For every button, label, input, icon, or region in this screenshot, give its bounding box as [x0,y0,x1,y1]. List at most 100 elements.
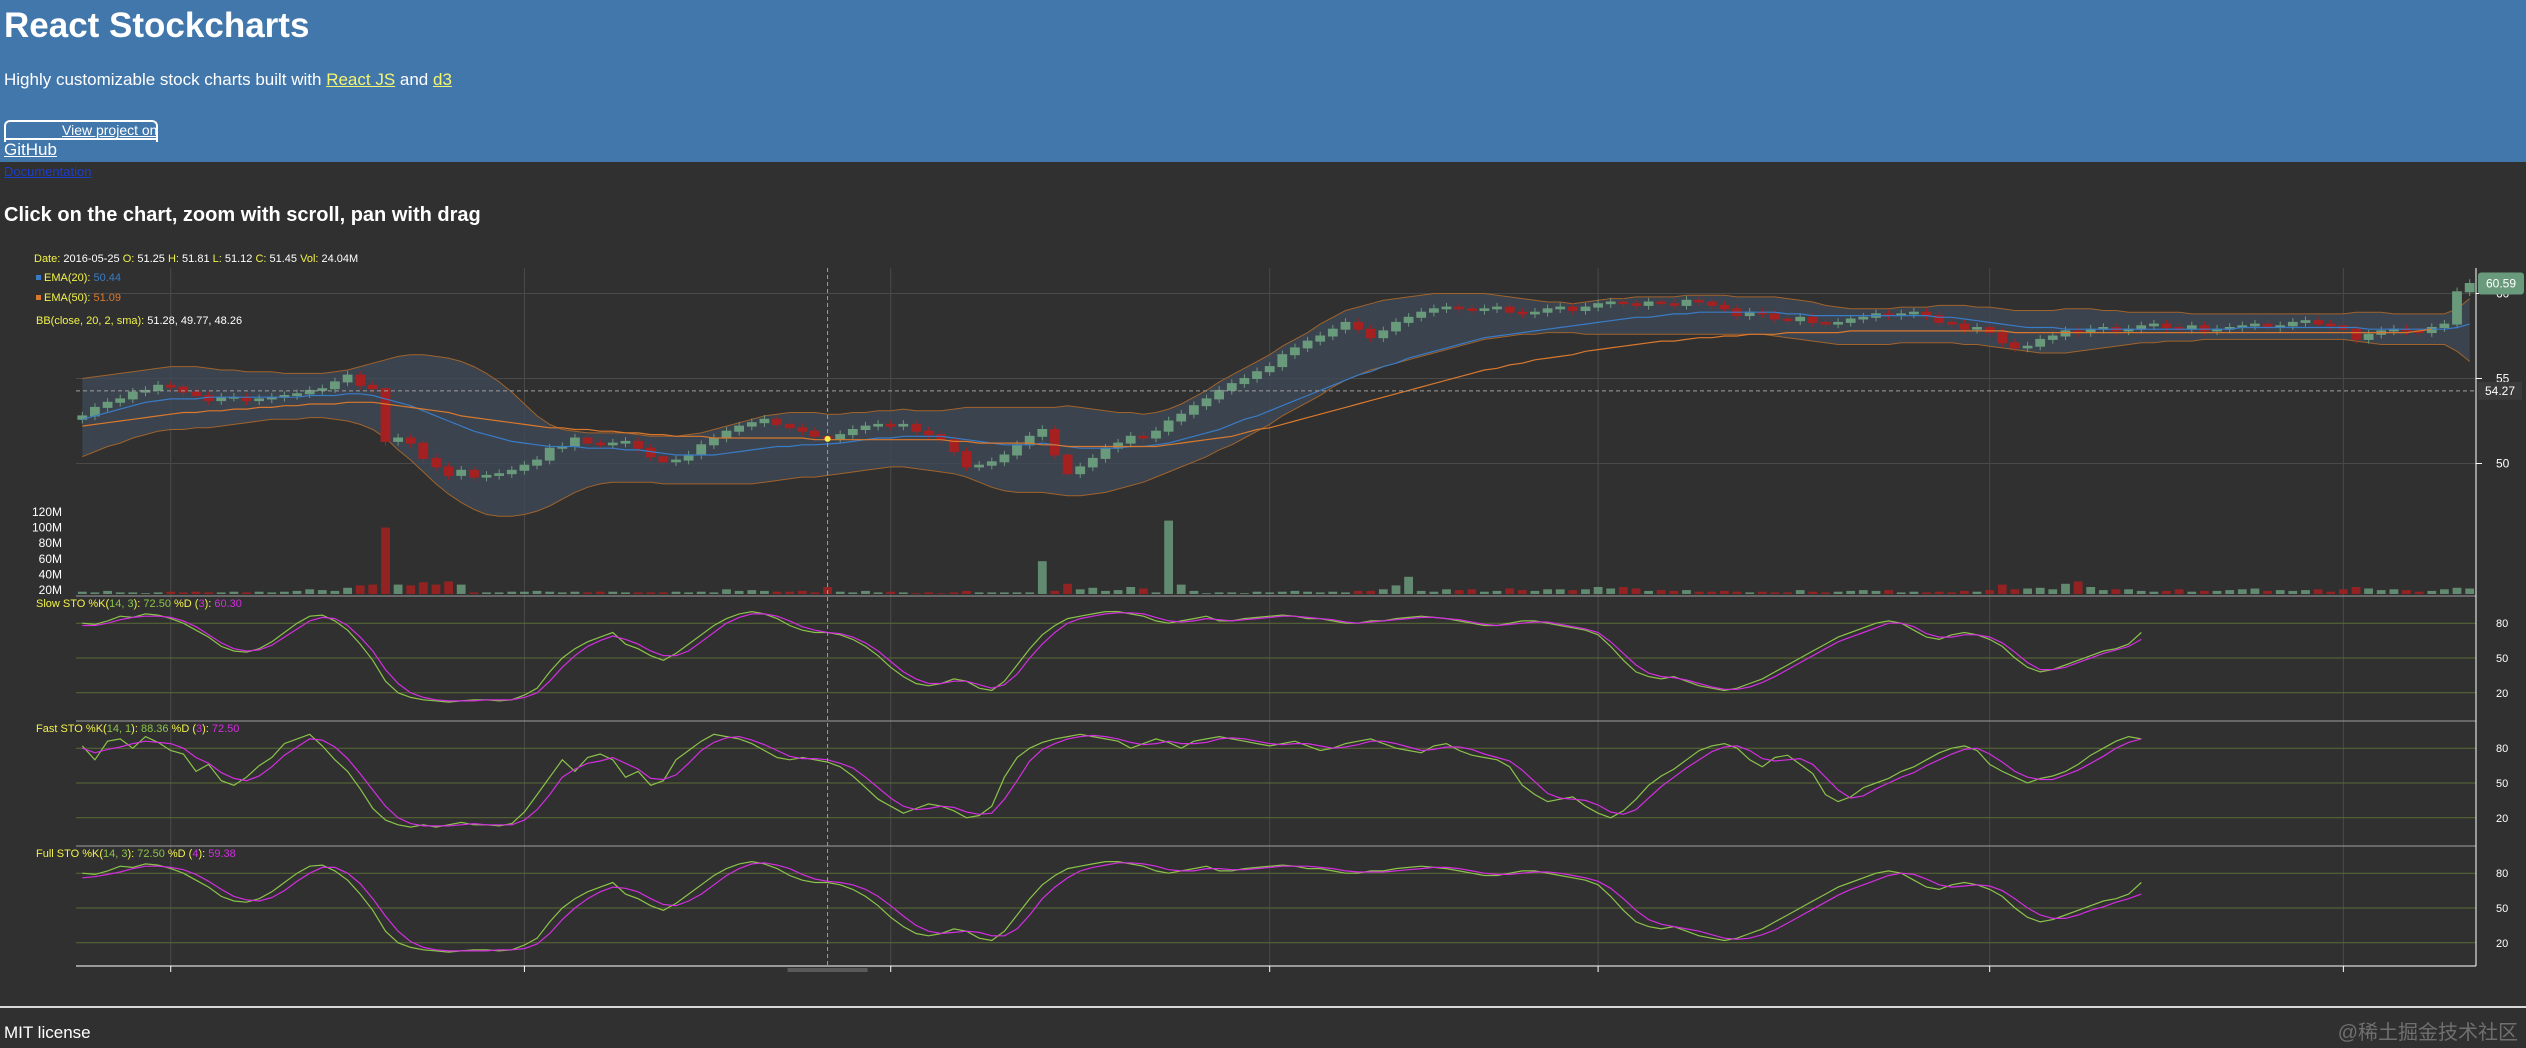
candle-body [1530,311,1540,315]
volume-bar [2376,590,2386,594]
ema20-legend-swatch [36,275,41,280]
crosshair-date-label: 2016-05-25 [797,971,859,972]
volume-bar [1972,591,1982,594]
github-link[interactable]: GitHub [4,140,57,160]
volume-bar [1138,588,1148,594]
volume-bar [936,593,946,594]
fast-sto-d-line [82,734,2142,827]
volume-bar [1164,520,1173,594]
volume-bar [1378,589,1388,594]
candle-body [1378,330,1389,339]
volume-bar [2098,590,2108,594]
candle-body [2363,333,2374,340]
react-js-link[interactable]: React JS [326,70,395,89]
volume-bar [2162,590,2171,594]
volume-bars [77,520,2475,594]
candle-body [1631,303,1641,306]
volume-bar [1050,590,1060,594]
volume-bar [1947,592,1957,594]
volume-bar [2212,590,2222,594]
ema20-tooltip: EMA(20): 50.44 [44,272,121,284]
stock-chart[interactable]: 805020805020805020605550120M100M80M60M40… [0,240,2526,972]
tooltip-open-value: 51.25 [137,253,165,265]
volume-bar [368,584,378,594]
candle-body [1264,366,1275,373]
volume-bar [696,591,706,594]
volume-bar [141,593,150,594]
candle-body [519,464,530,471]
candle-body [1416,311,1427,318]
volume-bar [2023,588,2032,594]
ema50-tooltip: EMA(50): 51.09 [44,292,121,304]
candle-body [102,401,113,408]
full-sto-d-label: %D ( [165,848,193,860]
candle-body [860,425,871,431]
volume-bar [671,591,681,594]
volume-bar [924,592,933,594]
volume-bar [2048,589,2058,594]
candle-body [1542,308,1553,313]
tooltip-volume-value: 24.04M [322,253,359,265]
d3-link[interactable]: d3 [433,70,452,89]
volume-bar [2288,590,2298,594]
candle-body [2351,328,2361,340]
candle-body [393,437,404,442]
volume-bar [1025,592,1035,594]
volume-bar [886,591,896,594]
volume-bar [1328,591,1338,594]
volume-bar [1113,590,1123,594]
full-sto-tick-label: 80 [2496,868,2508,880]
candle-body [582,437,593,444]
tooltip-low-label: L: [210,253,225,265]
volume-bar [2149,591,2159,594]
candle-body [2325,323,2336,327]
candle-body [1858,316,1869,320]
volume-bar [77,591,87,594]
candle-body [1037,429,1048,437]
volume-tick-label: 40M [39,567,62,581]
candle-body [810,430,820,437]
full-sto-k-line [82,860,2142,953]
candle-body [986,461,997,466]
candle-body [1656,301,1667,305]
ema20-label: EMA(20): [44,272,94,284]
candle-body [1972,327,1982,330]
candle-body [570,437,580,447]
fast-sto-d-label: %D ( [168,723,196,735]
volume-bar [1454,590,1464,594]
volume-bar [204,592,213,594]
documentation-link[interactable]: Documentation [4,164,91,179]
candle-body [1795,316,1806,322]
candle-body [784,423,795,429]
volume-bar [381,527,390,594]
candle-body [1151,430,1161,439]
candle-body [2035,338,2046,347]
full-sto-d: 59.38 [208,848,236,860]
candle-body [1290,347,1300,356]
candle-body [1681,299,1692,306]
candle-body [418,442,429,459]
candle-body [2464,283,2475,293]
candle-body [2010,342,2020,349]
github-button-label[interactable]: View project on [62,122,157,138]
volume-bar [1315,592,1325,594]
volume-bar [583,592,592,594]
volume-bar [2237,589,2247,594]
page-subtitle: Highly customizable stock charts built w… [4,70,452,90]
slow-sto-d: 60.30 [214,598,242,610]
candle-body [1909,311,1919,315]
candle-body [1353,321,1363,330]
volume-bar [2351,587,2361,594]
candle-body [1214,389,1224,400]
candle-body [1315,335,1326,342]
volume-bar [103,590,112,594]
volume-tick-label: 80M [39,536,62,550]
x-tick-label: Jul 2016 [1247,971,1293,972]
candle-body [2439,323,2450,328]
volume-tick-label: 60M [39,552,62,566]
volume-bar [1656,590,1666,594]
candle-body [721,430,732,439]
candle-body [1643,301,1654,306]
volume-bar [2326,591,2336,594]
crosshair-price-label: 54.27 [2485,384,2515,398]
